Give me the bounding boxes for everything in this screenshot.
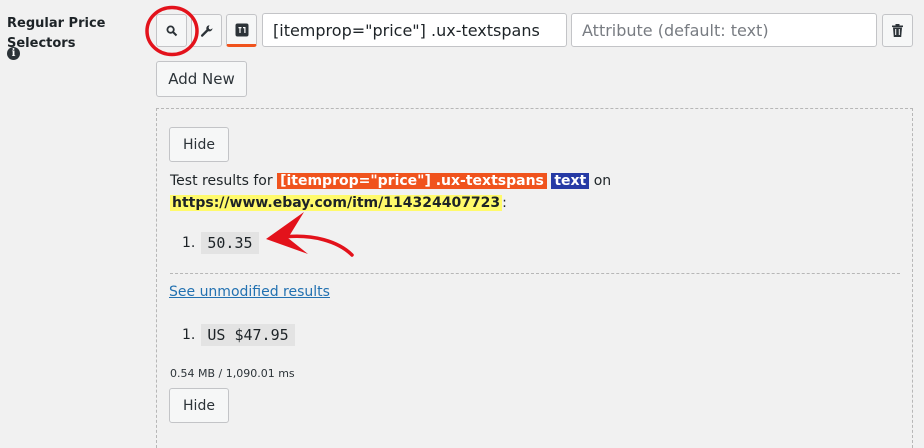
selector-input[interactable]: [itemprop="price"] .ux-textspans — [262, 13, 567, 47]
result-index: 1. — [182, 235, 196, 251]
attribute-input[interactable]: Attribute (default: text) — [571, 13, 877, 47]
attribute-input-placeholder: Attribute (default: text) — [582, 20, 769, 40]
add-new-button[interactable]: Add New — [156, 61, 247, 97]
selector-input-value: [itemprop="price"] .ux-textspans — [273, 20, 540, 40]
results-suffix: : — [502, 195, 507, 211]
unmodified-result-value: US $47.95 — [201, 324, 295, 346]
extract-type-button[interactable] — [226, 14, 257, 47]
wrench-icon — [200, 24, 212, 37]
selector-chip: [itemprop="price"] .ux-textspans — [277, 173, 547, 189]
result-value: 50.35 — [201, 232, 259, 254]
results-prefix: Test results for — [170, 173, 273, 189]
annotation-arrow — [266, 212, 354, 257]
hide-results-bottom-button[interactable]: Hide — [169, 388, 229, 423]
info-icon[interactable]: i — [7, 47, 20, 60]
delete-button[interactable] — [882, 14, 913, 47]
extract-icon — [235, 23, 248, 36]
result-stats: 0.54 MB / 1,090.01 ms — [170, 367, 295, 380]
field-label-column: Regular Price Selectors — [7, 14, 127, 54]
test-results-panel — [156, 108, 913, 448]
annotation-circle — [145, 5, 199, 57]
attribute-chip: text — [551, 173, 590, 189]
field-label: Regular Price Selectors — [7, 16, 106, 51]
trash-icon — [892, 24, 903, 37]
results-divider — [170, 273, 900, 274]
result-item: 1. 50.35 — [182, 232, 259, 254]
unmodified-result-item: 1. US $47.95 — [182, 324, 295, 346]
unmodified-result-index: 1. — [182, 327, 196, 343]
on-word: on — [593, 173, 612, 189]
hide-label-bottom: Hide — [183, 397, 215, 414]
add-new-label: Add New — [168, 70, 235, 88]
hide-label: Hide — [183, 136, 215, 153]
hide-results-button[interactable]: Hide — [169, 127, 229, 162]
see-unmodified-link[interactable]: See unmodified results — [169, 284, 330, 300]
